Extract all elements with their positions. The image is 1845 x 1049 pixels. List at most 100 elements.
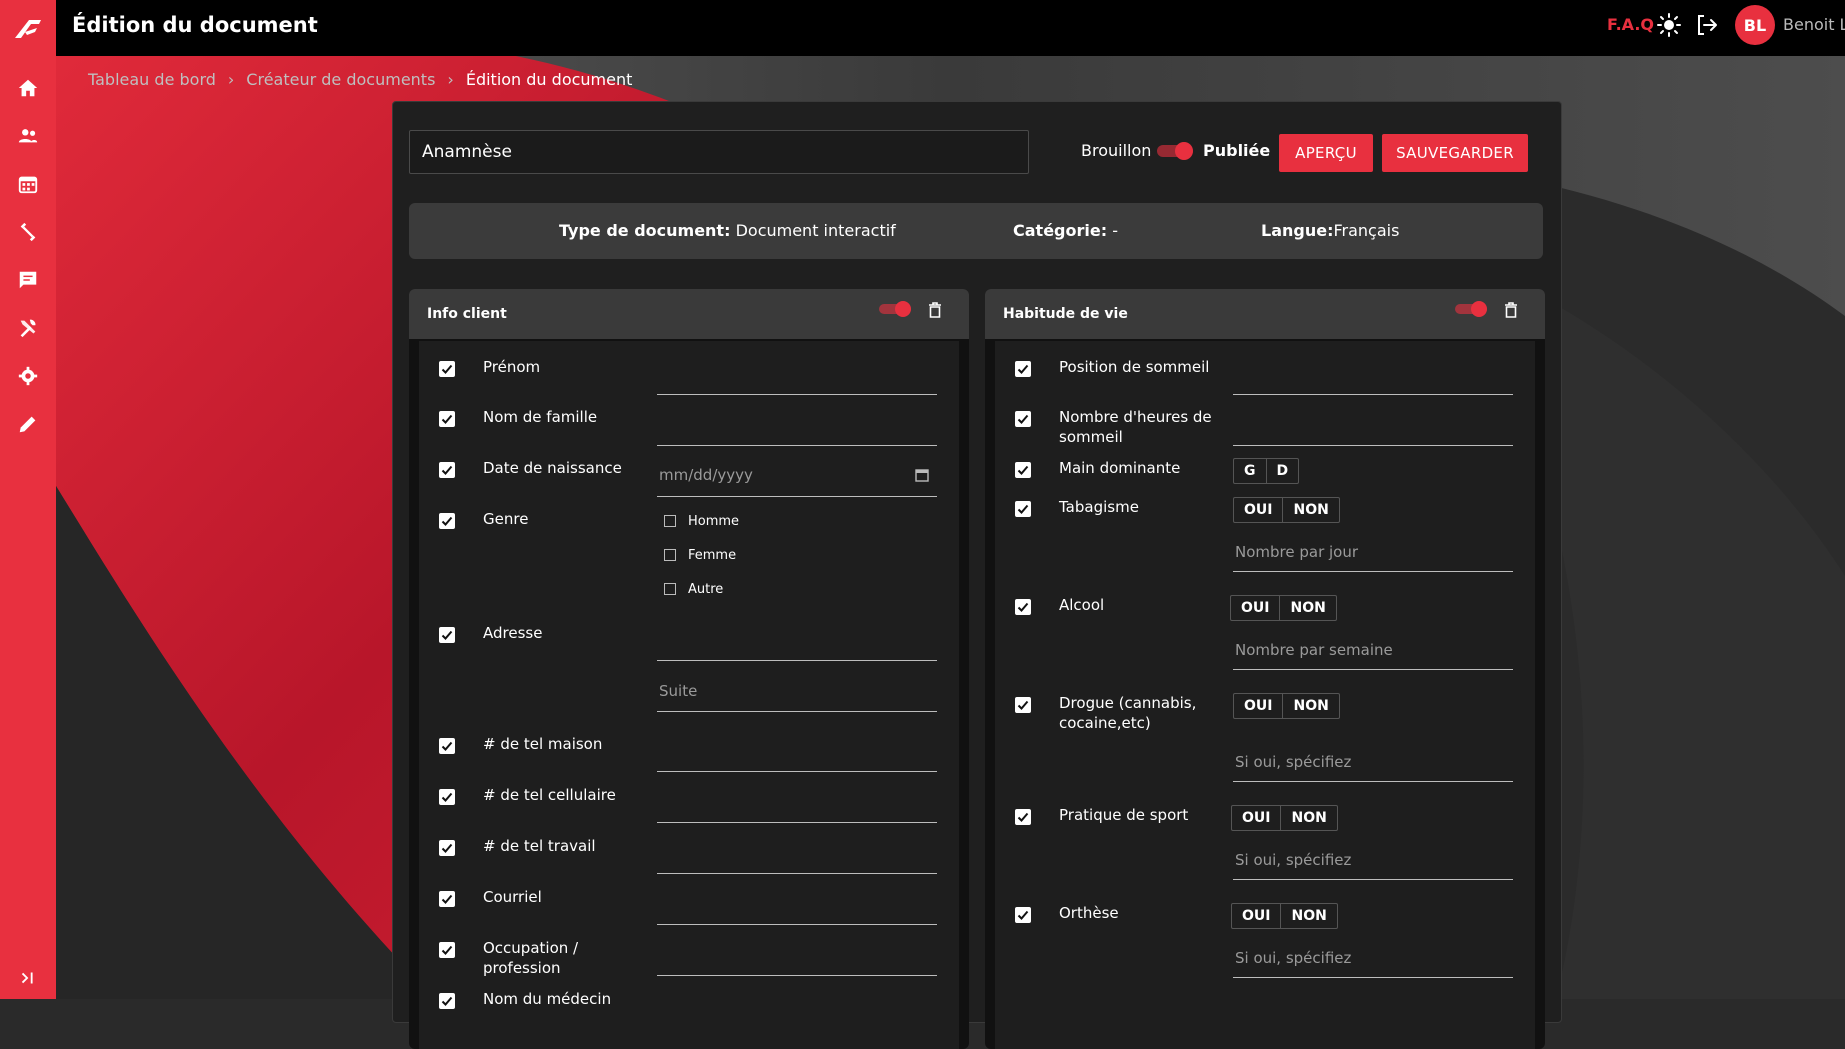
field-input[interactable] [657, 496, 937, 497]
calendar-icon[interactable] [915, 468, 929, 482]
field-input[interactable] [657, 924, 937, 925]
field-checkbox[interactable] [439, 789, 455, 805]
trash-icon[interactable] [927, 301, 943, 319]
field-input[interactable] [657, 660, 937, 661]
document-editor-panel: Brouillon Publiée APERÇU SAUVEGARDER Typ… [392, 101, 1562, 1049]
detail-placeholder[interactable]: Nombre par jour [1235, 542, 1358, 562]
field-label: Date de naissance [483, 459, 622, 477]
sidebar-item-calendar[interactable] [8, 164, 48, 204]
document-language-value: Français [1333, 221, 1400, 240]
detail-input[interactable] [1233, 781, 1513, 782]
checkmark-icon [441, 414, 453, 424]
detail-placeholder[interactable]: Si oui, spécifiez [1235, 948, 1351, 968]
detail-placeholder[interactable]: Si oui, spécifiez [1235, 752, 1351, 772]
yes-no-group: OUI NON [1231, 805, 1338, 831]
field-checkbox[interactable] [1015, 462, 1031, 478]
detail-placeholder[interactable]: Si oui, spécifiez [1235, 850, 1351, 870]
field-checkbox[interactable] [1015, 809, 1031, 825]
gender-option[interactable]: Autre [664, 581, 723, 599]
user-avatar[interactable]: BL [1735, 5, 1775, 45]
sidebar-item-home[interactable] [8, 68, 48, 108]
option-checkbox[interactable] [664, 514, 676, 527]
field-checkbox[interactable] [1015, 501, 1031, 517]
field-checkbox[interactable] [1015, 361, 1031, 377]
breadcrumb-document-creator[interactable]: Créateur de documents [246, 70, 435, 89]
choice-no[interactable]: NON [1279, 596, 1335, 620]
field-checkbox[interactable] [439, 361, 455, 377]
field-checkbox[interactable] [439, 891, 455, 907]
suite-placeholder[interactable]: Suite [659, 681, 697, 701]
field-input[interactable] [657, 822, 937, 823]
field-checkbox[interactable] [439, 411, 455, 427]
option-checkbox[interactable] [664, 548, 676, 561]
field-label: Nombre d'heures de sommeil [1059, 408, 1212, 446]
field-input[interactable] [657, 394, 937, 395]
field-checkbox[interactable] [439, 942, 455, 958]
field-checkbox[interactable] [439, 513, 455, 529]
detail-placeholder[interactable]: Nombre par semaine [1235, 640, 1393, 660]
option-checkbox[interactable] [664, 582, 676, 595]
field-checkbox[interactable] [1015, 411, 1031, 427]
choice-yes[interactable]: OUI [1234, 694, 1282, 718]
publish-toggle[interactable] [1157, 142, 1193, 160]
choice-no[interactable]: NON [1280, 904, 1336, 928]
section-body: Prénom Nom de famille Date de naissance … [419, 341, 959, 1049]
field-checkbox[interactable] [439, 840, 455, 856]
section-enable-toggle[interactable] [1455, 301, 1487, 317]
sidebar-item-messages[interactable] [8, 260, 48, 300]
sidebar-item-settings[interactable] [8, 356, 48, 396]
document-title-input[interactable] [409, 130, 1029, 174]
field-input[interactable] [657, 873, 937, 874]
field-checkbox[interactable] [1015, 599, 1031, 615]
sidebar-item-tools[interactable] [8, 308, 48, 348]
field-label: Drogue (cannabis, cocaine,etc) [1059, 694, 1197, 732]
faq-link[interactable]: F.A.Q [1607, 14, 1654, 36]
field-input[interactable] [657, 445, 937, 446]
yes-no-group: OUI NON [1233, 497, 1340, 523]
field-label: Alcool [1059, 596, 1105, 614]
gender-option[interactable]: Homme [664, 513, 739, 531]
sidebar-item-exercises[interactable] [8, 212, 48, 252]
choice-yes[interactable]: OUI [1232, 806, 1280, 830]
trash-icon[interactable] [1503, 301, 1519, 319]
user-name[interactable]: Benoit L [1783, 14, 1845, 36]
gender-option[interactable]: Femme [664, 547, 736, 565]
sidebar-item-documents[interactable] [8, 404, 48, 444]
app-logo[interactable] [0, 0, 56, 56]
choice-no[interactable]: NON [1282, 694, 1338, 718]
choice-right-hand[interactable]: D [1265, 459, 1299, 483]
field-checkbox[interactable] [1015, 907, 1031, 923]
logout-icon[interactable] [1694, 12, 1720, 38]
sidebar-expand-button[interactable] [8, 958, 48, 998]
detail-input[interactable] [1233, 879, 1513, 880]
choice-no[interactable]: NON [1280, 806, 1336, 830]
field-checkbox[interactable] [439, 993, 455, 1009]
preview-button[interactable]: APERÇU [1279, 134, 1373, 172]
field-input[interactable] [657, 771, 937, 772]
section-enable-toggle[interactable] [879, 301, 911, 317]
field-checkbox[interactable] [439, 627, 455, 643]
detail-input[interactable] [1233, 977, 1513, 978]
field-input[interactable] [657, 975, 937, 976]
date-placeholder[interactable]: mm/dd/yyyy [659, 465, 753, 485]
theme-toggle-sun-icon[interactable] [1656, 12, 1682, 38]
field-input[interactable] [1233, 394, 1513, 395]
field-checkbox[interactable] [1015, 697, 1031, 713]
field-checkbox[interactable] [439, 738, 455, 754]
choice-yes[interactable]: OUI [1232, 904, 1280, 928]
choice-yes[interactable]: OUI [1234, 498, 1282, 522]
yes-no-group: OUI NON [1233, 693, 1340, 719]
field-checkbox[interactable] [439, 462, 455, 478]
choice-no[interactable]: NON [1282, 498, 1338, 522]
choice-left-hand[interactable]: G [1234, 459, 1265, 483]
choice-yes[interactable]: OUI [1231, 596, 1279, 620]
document-category-key: Catégorie: [1013, 221, 1108, 240]
sidebar-item-clients[interactable] [8, 116, 48, 156]
draft-label: Brouillon [1081, 141, 1152, 160]
field-input[interactable] [1233, 445, 1513, 446]
suite-input[interactable] [657, 711, 937, 712]
breadcrumb-dashboard[interactable]: Tableau de bord [88, 70, 216, 89]
save-button[interactable]: SAUVEGARDER [1382, 134, 1528, 172]
detail-input[interactable] [1233, 669, 1513, 670]
detail-input[interactable] [1233, 571, 1513, 572]
